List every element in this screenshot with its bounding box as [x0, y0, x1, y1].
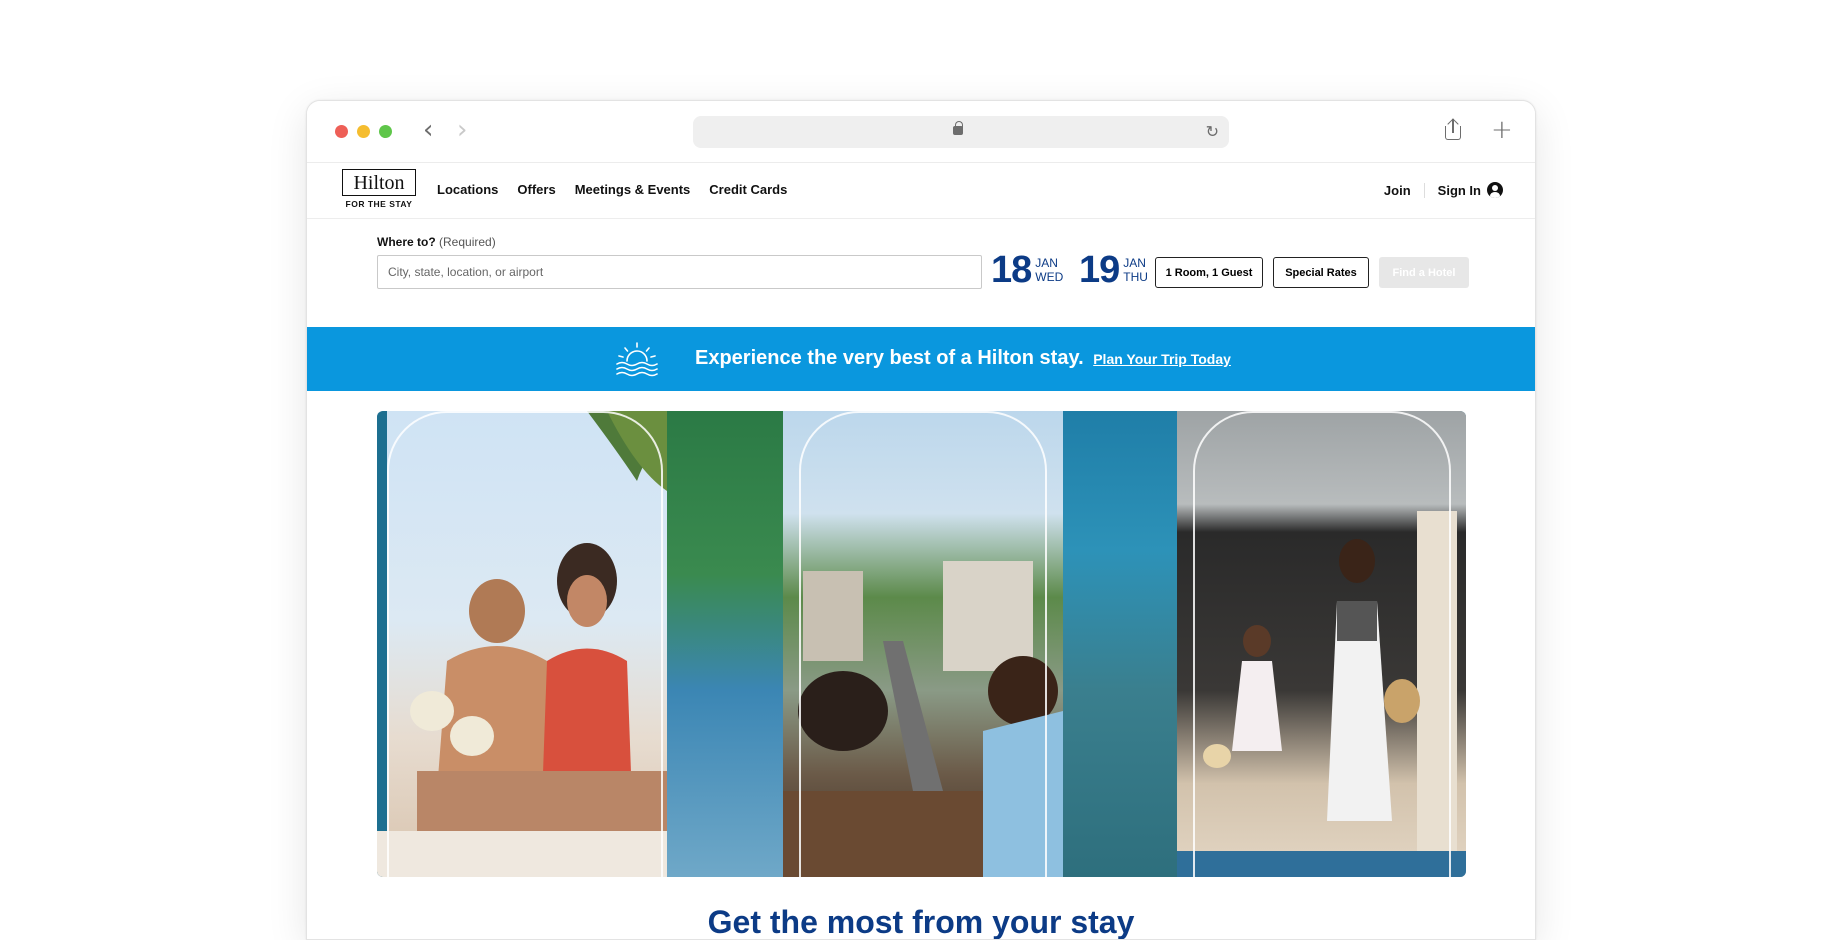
check-in-weekday: WED [1035, 270, 1064, 284]
nav-offers[interactable]: Offers [517, 182, 555, 197]
hilton-logo[interactable]: Hilton FOR THE STAY [342, 169, 416, 209]
where-to-label: Where to? (Required) [377, 235, 496, 249]
new-tab-icon[interactable]: + [1491, 115, 1513, 145]
section-heading: Get the most from your stay [707, 904, 1135, 940]
nav-meetings-events[interactable]: Meetings & Events [575, 182, 691, 197]
browser-toolbar: ‹ › ↻ + [307, 101, 1535, 163]
check-out-month-weekday: JAN THU [1123, 256, 1148, 284]
lock-icon [953, 121, 963, 135]
find-hotel-button[interactable]: Find a Hotel [1379, 257, 1469, 288]
hero-panel-city-view [783, 411, 1063, 877]
hero-panel-resort-entrance [1177, 411, 1466, 877]
main-nav: Locations Offers Meetings & Events Credi… [437, 182, 787, 197]
logo-tagline: FOR THE STAY [345, 199, 413, 209]
sign-in-link[interactable]: Sign In [1425, 182, 1503, 198]
check-out-weekday: THU [1123, 270, 1148, 284]
hero-panel-aerial-pool [1063, 411, 1177, 877]
hero-panel-poolside [377, 411, 667, 877]
hero-image [377, 411, 1466, 877]
user-icon [1487, 182, 1503, 198]
logo-wordmark: Hilton [342, 169, 416, 196]
sun-over-waves-icon [616, 342, 658, 377]
promo-message: Experience the very best of a Hilton sta… [695, 347, 1084, 369]
sign-in-label: Sign In [1437, 182, 1481, 198]
minimize-window-button[interactable] [357, 125, 370, 138]
required-note: (Required) [439, 235, 496, 249]
maximize-window-button[interactable] [379, 125, 392, 138]
rooms-guests-button[interactable]: 1 Room, 1 Guest [1155, 257, 1263, 288]
check-out-month: JAN [1123, 256, 1146, 270]
arch-frame [799, 411, 1047, 877]
close-window-button[interactable] [335, 125, 348, 138]
plan-trip-link[interactable]: Plan Your Trip Today [1093, 351, 1231, 367]
arch-frame [1193, 411, 1451, 877]
check-in-date[interactable]: 18 JAN WED [991, 251, 1063, 289]
where-to-text: Where to? [377, 235, 436, 249]
nav-credit-cards[interactable]: Credit Cards [709, 182, 787, 197]
join-link[interactable]: Join [1384, 182, 1425, 198]
account-nav: Join Sign In [1384, 182, 1503, 198]
check-out-day: 19 [1079, 249, 1120, 291]
check-out-date[interactable]: 19 JAN THU [1079, 251, 1148, 289]
share-icon[interactable] [1445, 118, 1461, 141]
promo-banner: Experience the very best of a Hilton sta… [307, 327, 1535, 391]
address-bar[interactable]: ↻ [693, 116, 1229, 148]
destination-input[interactable] [377, 255, 982, 289]
back-arrow-icon[interactable]: ‹ [423, 117, 433, 143]
nav-locations[interactable]: Locations [437, 182, 498, 197]
special-rates-button[interactable]: Special Rates [1273, 257, 1369, 288]
hero-panel-palms [667, 411, 783, 877]
promo-text: Experience the very best of a Hilton sta… [695, 347, 1231, 370]
reload-icon[interactable]: ↻ [1206, 122, 1219, 141]
check-in-day: 18 [991, 249, 1032, 291]
check-in-month: JAN [1035, 256, 1058, 270]
check-in-month-weekday: JAN WED [1035, 256, 1063, 284]
hotel-search-form: Where to? (Required) 18 JAN WED 19 JAN T… [307, 219, 1535, 327]
forward-arrow-icon[interactable]: › [457, 117, 467, 143]
arch-frame [387, 411, 663, 877]
browser-window: ‹ › ↻ + Hilton FOR THE STAY Locations Of… [306, 100, 1536, 940]
site-header: Hilton FOR THE STAY Locations Offers Mee… [307, 163, 1535, 219]
